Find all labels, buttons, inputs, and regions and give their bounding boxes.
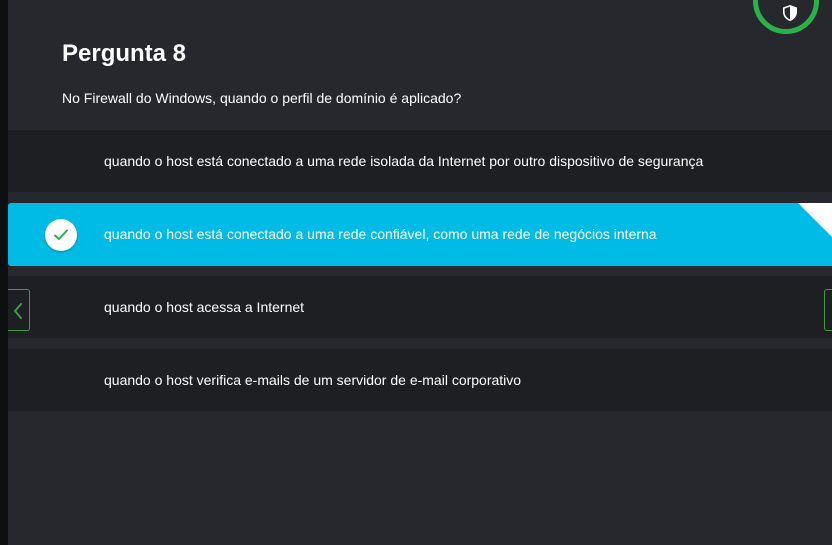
answer-option-4[interactable]: quando o host verifica e-mails de um ser…: [8, 349, 832, 411]
answer-option-label: quando o host está conectado a uma rede …: [104, 153, 704, 169]
selected-indicator: [45, 219, 77, 251]
corner-fold-marker: [798, 203, 832, 237]
security-badge[interactable]: [753, 0, 819, 34]
answer-option-label: quando o host está conectado a uma rede …: [104, 226, 657, 242]
window-left-edge: [0, 0, 8, 545]
next-button[interactable]: [824, 289, 832, 331]
question-text: No Firewall do Windows, quando o perfil …: [62, 90, 462, 106]
answer-option-3[interactable]: quando o host acessa a Internet: [8, 276, 832, 338]
question-title: Pergunta 8: [62, 40, 187, 67]
answer-option-1[interactable]: quando o host está conectado a uma rede …: [8, 130, 832, 192]
check-icon: [54, 229, 68, 240]
answer-option-label: quando o host verifica e-mails de um ser…: [104, 372, 522, 388]
previous-button[interactable]: [8, 289, 30, 331]
chevron-left-icon: [14, 303, 22, 319]
shield-icon: [783, 5, 797, 21]
answer-option-2-selected[interactable]: quando o host está conectado a uma rede …: [8, 203, 832, 266]
answer-option-label: quando o host acessa a Internet: [104, 299, 305, 315]
